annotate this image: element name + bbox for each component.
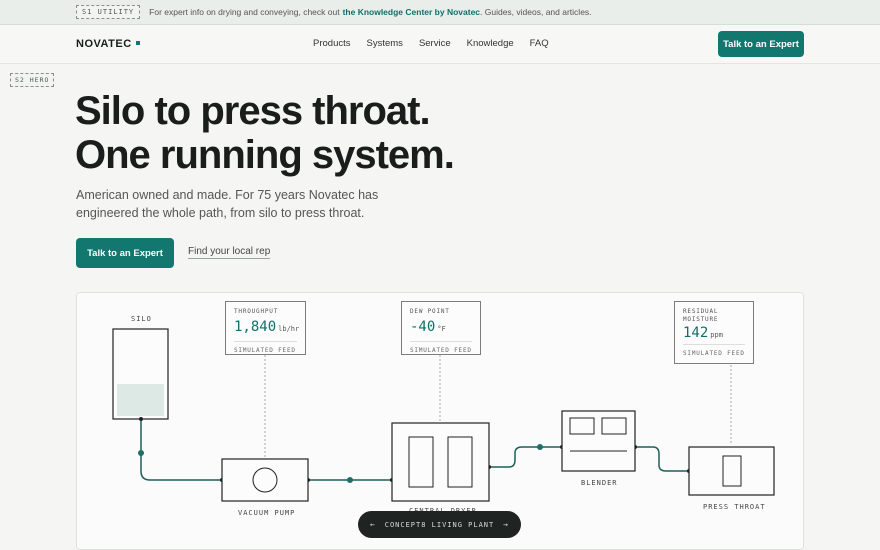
readout-number: 1,840 [234, 319, 277, 335]
nav-item-faq[interactable]: FAQ [530, 38, 549, 49]
living-plant-carousel: ← CONCEPT8 LIVING PLANT → [358, 511, 521, 538]
pipe-dryer-to-blender [489, 446, 562, 468]
logo-text: NOVATEC [76, 38, 132, 50]
logo[interactable]: NOVATEC [76, 38, 140, 50]
joint [139, 417, 143, 421]
readout-title: DEW POINT [410, 308, 450, 315]
carousel-label: CONCEPT8 LIVING PLANT [384, 520, 495, 529]
label-silo: SILO [131, 315, 152, 323]
readout-number: 142 [683, 325, 709, 341]
flow-dot [138, 450, 144, 456]
nav-item-knowledge[interactable]: Knowledge [467, 38, 514, 49]
vacuum-pump-shape [221, 458, 309, 502]
utility-text-before: For expert info on drying and conveying,… [149, 7, 340, 17]
nav-menu: Products Systems Service Knowledge FAQ [313, 38, 549, 49]
label-press-throat: PRESS THROAT [703, 503, 766, 511]
prev-arrow-icon[interactable]: ← [370, 520, 376, 529]
knowledge-center-link[interactable]: the Knowledge Center by Novatec [343, 7, 480, 17]
readout-footer: SIMULATED FEED [410, 341, 472, 354]
hero-section-tag: S2 HERO [10, 73, 55, 87]
flow-dot [347, 477, 353, 483]
pipe-blender-to-press [635, 446, 689, 472]
pipe-silo-to-pump [140, 419, 222, 481]
utility-text-after: . Guides, videos, and articles. [480, 7, 592, 17]
readout-value: 1,840 lb/hr [234, 319, 300, 335]
central-dryer-shape [391, 422, 490, 502]
hero-title: Silo to press throat. One running system… [75, 89, 675, 177]
utility-section-tag: S1 UTILITY [76, 5, 141, 19]
readout-footer: SIMULATED FEED [683, 344, 745, 357]
readout-number: -40 [410, 319, 436, 335]
nav-item-products[interactable]: Products [313, 38, 351, 49]
readout-unit: °F [437, 325, 446, 333]
nav-talk-to-expert-button[interactable]: Talk to an Expert [718, 31, 804, 57]
logo-dot [135, 41, 140, 45]
readout-value: 142 ppm [683, 325, 745, 341]
readout-unit: lb/hr [278, 325, 300, 333]
readout-throughput: THROUGHPUT 1,840 lb/hr SIMULATED FEED [225, 301, 306, 355]
readout-dew-point: DEW POINT -40 °F SIMULATED FEED [401, 301, 481, 355]
blender-shape [561, 410, 636, 472]
readout-footer: SIMULATED FEED [234, 341, 297, 354]
hero-title-line1: Silo to press throat. [75, 89, 431, 133]
readout-title: RESIDUAL MOISTURE [683, 308, 719, 323]
utility-bar: S1 UTILITY For expert info on drying and… [0, 0, 880, 25]
label-blender: BLENDER [581, 479, 618, 487]
next-arrow-icon[interactable]: → [503, 520, 509, 529]
nav-item-systems[interactable]: Systems [367, 38, 403, 49]
hero-talk-to-expert-button[interactable]: Talk to an Expert [76, 238, 174, 268]
readout-title: THROUGHPUT [234, 308, 279, 315]
flow-dot [537, 444, 543, 450]
readout-unit: ppm [710, 331, 723, 339]
find-local-rep-link[interactable]: Find your local rep [188, 246, 271, 259]
press-throat-shape [688, 446, 775, 496]
readout-value: -40 °F [410, 319, 472, 335]
main-nav: NOVATEC Products Systems Service Knowled… [0, 25, 880, 64]
readout-residual-moisture: RESIDUAL MOISTURE 142 ppm SIMULATED FEED [674, 301, 754, 364]
label-vacuum-pump: VACUUM PUMP [238, 509, 296, 517]
nav-item-service[interactable]: Service [419, 38, 451, 49]
hero-subtitle: American owned and made. For 75 years No… [76, 188, 379, 220]
hero-title-line2: One running system. [75, 133, 455, 177]
silo-fill-level [117, 384, 164, 416]
